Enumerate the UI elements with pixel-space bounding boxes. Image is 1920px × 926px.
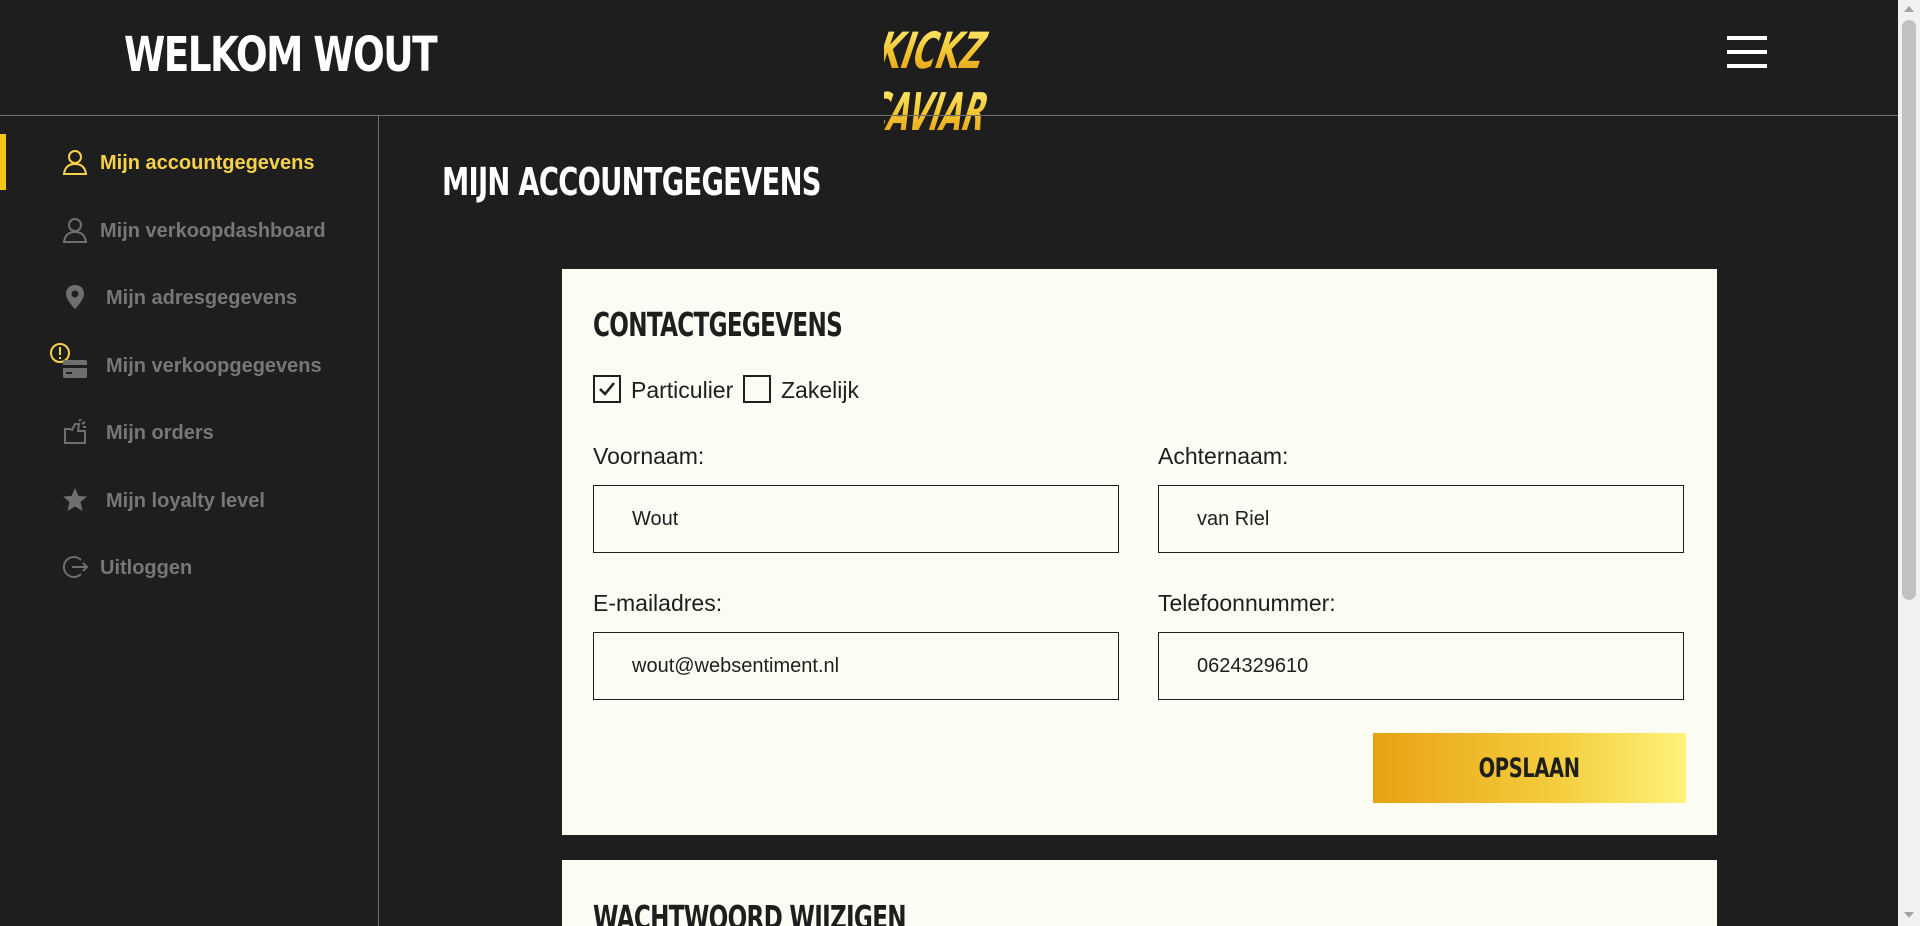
active-indicator — [0, 134, 6, 190]
sidebar-item-label: Mijn orders — [106, 422, 214, 444]
password-title: WACHTWOORD WIJZIGEN — [593, 898, 907, 926]
sidebar-item-label: Mijn verkoopdashboard — [100, 220, 326, 242]
sidebar-item-label: Mijn adresgegevens — [106, 287, 298, 309]
sidebar-item-label: Mijn loyalty level — [106, 490, 265, 512]
sidebar-item-label: Mijn accountgegevens — [100, 152, 315, 174]
sidebar-item-label: Uitloggen — [100, 557, 193, 579]
contact-title: CONTACTGEGEVENS — [593, 305, 843, 344]
zakelijk-label: Zakelijk — [781, 377, 859, 403]
save-button-label: OPSLAAN — [1478, 752, 1581, 784]
hamburger-icon[interactable] — [1727, 36, 1769, 70]
sidebar-item-uitloggen[interactable]: Uitloggen — [0, 539, 378, 595]
particulier-checkbox[interactable] — [593, 375, 621, 403]
scroll-down-arrow-icon[interactable] — [1904, 912, 1914, 918]
email-label: E-mailadres: — [593, 590, 723, 616]
user-icon — [62, 218, 88, 243]
shopping-bag-icon — [64, 419, 86, 444]
email-field[interactable] — [593, 632, 1119, 700]
page-title: MIJN ACCOUNTGEGEVENS — [442, 160, 821, 204]
star-icon — [63, 488, 87, 511]
first-name-field[interactable] — [593, 485, 1119, 553]
welcome-title: WELKOM WOUT — [124, 27, 438, 83]
phone-label: Telefoonnummer: — [1158, 590, 1336, 616]
account-sidebar: Mijn accountgegevens Mijn verkoopdashboa… — [0, 116, 379, 926]
svg-text:CAVIAR: CAVIAR — [884, 83, 993, 136]
map-pin-icon — [66, 285, 84, 309]
save-button[interactable]: OPSLAAN — [1373, 733, 1686, 803]
last-name-label: Achternaam: — [1158, 443, 1289, 469]
scrollbar-thumb[interactable] — [1902, 20, 1916, 600]
password-card: WACHTWOORD WIJZIGEN — [562, 860, 1717, 926]
kickz-caviar-logo[interactable]: KICKZ CAVIAR — [884, 6, 1014, 136]
phone-field[interactable] — [1158, 632, 1684, 700]
scroll-up-arrow-icon[interactable] — [1904, 6, 1914, 12]
sidebar-item-orders[interactable]: Mijn orders — [0, 404, 378, 460]
sidebar-item-accountgegevens[interactable]: Mijn accountgegevens — [0, 134, 378, 190]
sidebar-item-verkoopgegevens[interactable]: Mijn verkoopgegevens — [0, 337, 378, 393]
svg-text:KICKZ: KICKZ — [884, 22, 992, 80]
sidebar-item-adresgegevens[interactable]: Mijn adresgegevens — [0, 269, 378, 325]
credit-card-icon — [63, 360, 87, 378]
first-name-label: Voornaam: — [593, 443, 705, 469]
particulier-label: Particulier — [631, 377, 734, 403]
sidebar-item-verkoopdashboard[interactable]: Mijn verkoopdashboard — [0, 202, 378, 258]
site-header: WELKOM WOUT KICKZ CAVIAR — [0, 0, 1898, 136]
zakelijk-checkbox[interactable] — [743, 375, 771, 403]
logout-icon — [62, 556, 88, 578]
last-name-field[interactable] — [1158, 485, 1684, 553]
checkmark-icon — [599, 382, 615, 396]
sidebar-item-loyalty[interactable]: Mijn loyalty level — [0, 472, 378, 528]
user-icon — [62, 150, 88, 175]
sidebar-item-label: Mijn verkoopgegevens — [106, 355, 322, 377]
contact-card: CONTACTGEGEVENS Particulier Zakelijk Voo… — [562, 269, 1717, 835]
